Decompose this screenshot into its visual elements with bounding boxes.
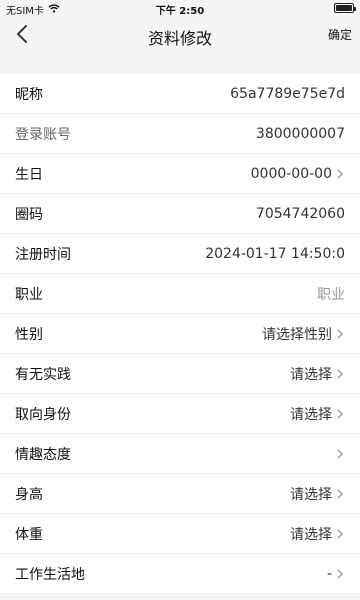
field-value: 职业 (317, 286, 345, 303)
field-value: 请选择 (290, 486, 332, 503)
field-row[interactable]: 生日 0000-00-00 (0, 154, 360, 194)
field-label: 体重 (15, 526, 43, 543)
field-value-group: 请选择 (290, 404, 345, 424)
field-label: 注册时间 (15, 246, 71, 263)
chevron-right-icon (335, 328, 345, 340)
field-value: 2024-01-17 14:50:0 (205, 245, 345, 262)
field-label: 性别 (15, 326, 43, 343)
field-value-group: 0000-00-00 (251, 166, 345, 182)
chevron-right-icon (335, 488, 345, 500)
field-label: 生日 (15, 166, 43, 183)
field-row[interactable]: 取向身份 请选择 (0, 394, 360, 434)
field-value: 65a7789e75e7d (230, 85, 345, 102)
nav-bar: 资料修改 确定 (0, 16, 360, 56)
field-value: 请选择性别 (262, 326, 332, 343)
field-value: - (326, 565, 332, 582)
field-value-group: 请选择 (290, 524, 345, 544)
field-label: 有无实践 (15, 366, 71, 383)
chevron-left-icon (16, 25, 28, 47)
field-row: 昵称 65a7789e75e7d (0, 74, 360, 114)
field-row[interactable]: 身高 请选择 (0, 474, 360, 514)
field-value: 0000-00-00 (250, 165, 332, 182)
field-row[interactable]: 情趣态度 (0, 434, 360, 474)
field-row[interactable]: 性别 请选择性别 (0, 314, 360, 354)
chevron-right-icon (335, 568, 345, 580)
field-row[interactable]: 有无实践 请选择 (0, 354, 360, 394)
field-label: 圈码 (15, 206, 43, 223)
field-value: 请选择 (290, 526, 332, 543)
field-value-group: - (327, 566, 345, 582)
chevron-right-icon (335, 168, 345, 180)
chevron-right-icon (335, 368, 345, 380)
confirm-button[interactable]: 确定 (328, 26, 352, 43)
chevron-right-icon (335, 408, 345, 420)
field-row: 圈码 7054742060 (0, 194, 360, 234)
field-value-group: 2024-01-17 14:50:0 (205, 246, 345, 262)
battery-icon (334, 3, 356, 13)
field-row: 职业 职业 (0, 274, 360, 314)
field-label: 昵称 (15, 86, 43, 103)
field-value: 请选择 (290, 366, 332, 383)
field-row[interactable]: 体重 请选择 (0, 514, 360, 554)
chevron-right-icon (335, 528, 345, 540)
field-label: 身高 (15, 486, 43, 503)
page-title: 资料修改 (147, 29, 212, 48)
field-row: 登录账号 3800000007 (0, 114, 360, 154)
status-time: 下午 2:50 (155, 6, 205, 17)
profile-field-list: 昵称 65a7789e75e7d 登录账号 3800000007 生日 0000-00-0… (0, 74, 360, 594)
field-value: 7054742060 (255, 205, 345, 222)
field-label: 工作生活地 (15, 566, 85, 583)
field-row: 注册时间 2024-01-17 14:50:0 (0, 234, 360, 274)
field-value-group: 职业 (317, 284, 345, 304)
field-value-group: 请选择 (290, 364, 345, 384)
field-row[interactable]: 工作生活地 - (0, 554, 360, 594)
chevron-right-icon (335, 448, 345, 460)
field-value-group: 7054742060 (256, 206, 345, 222)
field-value-group (332, 448, 345, 460)
field-value: 3800000007 (255, 125, 345, 142)
field-value: 请选择 (290, 406, 332, 423)
field-label: 职业 (15, 286, 43, 303)
status-bar: 无SIM卡 下午 2:50 (0, 0, 360, 17)
field-value-group: 65a7789e75e7d (230, 86, 345, 102)
field-label: 登录账号 (15, 126, 71, 143)
field-value-group: 请选择 (290, 484, 345, 504)
field-label: 取向身份 (15, 406, 71, 423)
back-button[interactable] (10, 24, 34, 48)
field-value-group: 请选择性别 (262, 324, 345, 344)
field-label: 情趣态度 (15, 446, 71, 463)
field-value-group: 3800000007 (256, 126, 345, 142)
